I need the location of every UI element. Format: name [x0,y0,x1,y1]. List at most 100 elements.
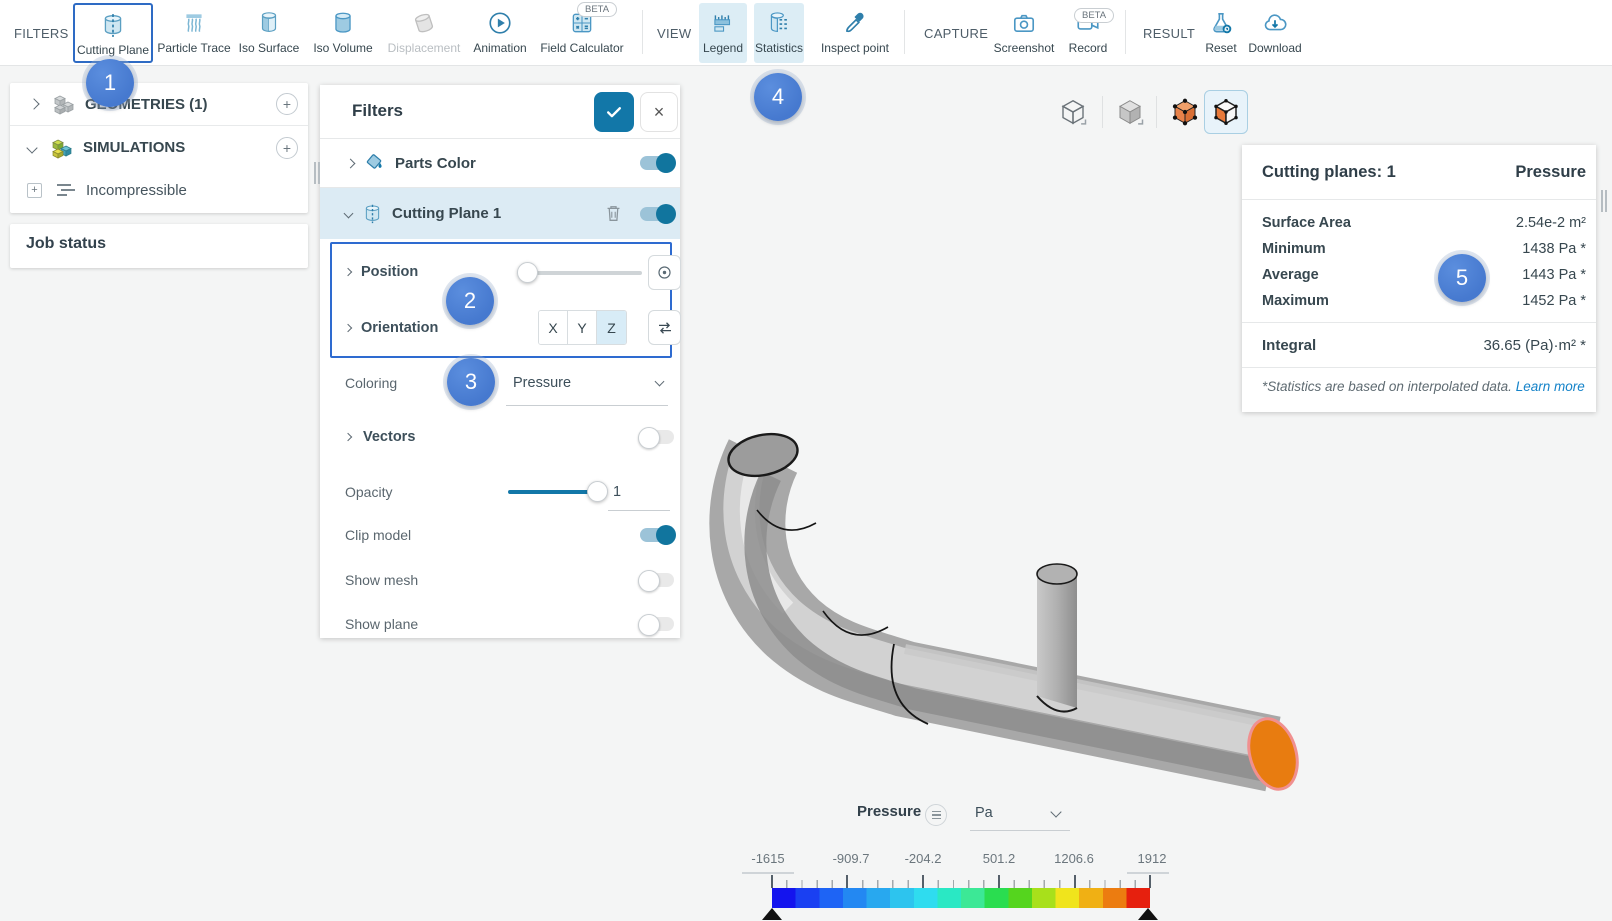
table-row: Surface Area 2.54e-2 m² [1262,210,1586,236]
pick-point-button[interactable] [648,255,681,290]
add-geometry-button[interactable]: + [276,93,298,115]
annotation-step-3: 3 [447,358,495,406]
toolbar-button-screenshot[interactable]: Screenshot [991,3,1057,63]
chevron-right-icon[interactable] [344,433,352,441]
statistics-footnote: *Statistics are based on interpolated da… [1242,368,1596,394]
expand-plus-icon[interactable]: + [27,183,42,198]
stat-value: 1452 Pa * [1522,293,1586,309]
opacity-slider-track[interactable] [508,490,598,494]
position-slider-thumb[interactable] [517,262,538,283]
chevron-down-icon[interactable] [26,142,37,153]
legend-max-input[interactable]: 1912 [1120,851,1184,866]
job-status-card[interactable]: Job status [10,224,308,268]
legend-colorbar[interactable] [772,888,1150,908]
legend-tick-marks [771,875,1151,888]
toolbar-button-label: Particle Trace [157,41,230,55]
chevron-down-icon[interactable] [655,377,665,387]
toolbar-button-label: Cutting Plane [77,43,149,57]
job-status-label: Job status [10,224,308,253]
displacement-icon [411,6,437,40]
axis-x-button[interactable]: X [539,311,568,344]
legend-tick-label: -909.7 [819,851,883,866]
incompressible-icon [55,181,77,199]
filter-row-coloring: Coloring Pressure [320,358,680,408]
chevron-right-icon[interactable] [28,98,39,109]
render-mode-surfaces-button[interactable] [1108,90,1152,134]
render-mode-wireframe-button[interactable] [1051,90,1095,134]
legend-menu-button[interactable] [925,804,947,826]
filters-panel-drag-handle[interactable] [313,162,321,184]
parts-color-toggle[interactable] [640,156,674,170]
target-icon [656,264,673,281]
opacity-value-input[interactable]: 1 [613,484,621,500]
play-circle-icon [487,6,513,40]
chevron-right-icon[interactable] [344,324,352,332]
legend-min-input[interactable]: -1615 [736,851,800,866]
vectors-toggle[interactable] [640,430,674,444]
legend-unit-select[interactable]: Pa [975,805,993,821]
apply-button[interactable] [594,92,634,132]
viewcube-separator [1156,96,1157,128]
table-row: Minimum 1438 Pa * [1262,236,1586,262]
footnote-text: *Statistics are based on interpolated da… [1262,379,1512,394]
toolbar-button-particle-trace[interactable]: Particle Trace [156,3,232,63]
toolbar-button-animation[interactable]: Animation [469,3,531,63]
statistics-title: Cutting planes: 1 [1262,163,1396,182]
toolbar-button-label: Legend [703,41,743,55]
sidebar-item-simulations[interactable]: SIMULATIONS + [10,126,308,169]
toolbar-button-reset[interactable]: Reset [1196,3,1246,63]
sidebar-item-incompressible[interactable]: + Incompressible [10,169,308,211]
legend-max-underline [1127,872,1169,874]
toolbar-button-inspect-point[interactable]: Inspect point [816,3,894,63]
sidebar-item-geometries[interactable]: GEOMETRIES (1) + [10,83,308,126]
toolbar-button-statistics[interactable]: Statistics [754,3,804,63]
vectors-label: Vectors [363,429,415,445]
statistics-panel-drag-handle[interactable] [1600,190,1608,212]
legend-max-handle[interactable] [1138,908,1158,920]
show-mesh-toggle[interactable] [640,573,674,587]
axis-segmented-control: X Y Z [538,310,627,345]
toolbar-button-legend[interactable]: Legend [699,3,747,63]
axis-z-button[interactable]: Z [597,311,626,344]
legend-min-handle[interactable] [762,908,782,920]
toolbar-button-iso-surface[interactable]: Iso Surface [236,3,302,63]
wireframe-cube-icon [1058,97,1088,127]
legend-field-label: Pressure [857,803,921,820]
chevron-right-icon[interactable] [346,158,356,168]
integral-row: Integral 36.65 (Pa)·m² * [1242,323,1596,368]
filter-row-show-plane: Show plane [320,602,680,646]
clip-model-toggle[interactable] [640,528,674,542]
add-simulation-button[interactable]: + [276,137,298,159]
axis-y-button[interactable]: Y [568,311,597,344]
sidebar-item-label: SIMULATIONS [83,139,185,156]
unit-select-underline [970,830,1070,831]
annotation-highlight-box: Position Orientation X Y Z [330,242,672,358]
filter-row-cutting-plane-1[interactable]: Cutting Plane 1 [320,188,680,239]
toolbar-button-iso-volume[interactable]: Iso Volume [311,3,375,63]
toolbar-button-label: Field Calculator [540,41,623,55]
render-mode-isolated-face-button[interactable] [1204,90,1248,134]
filter-row-label: Parts Color [395,155,476,172]
show-plane-toggle[interactable] [640,617,674,631]
statistics-field: Pressure [1515,163,1586,182]
table-row: Maximum 1452 Pa * [1262,288,1586,314]
filter-row-orientation: Orientation X Y Z [332,300,670,356]
render-mode-surfaces-edges-button[interactable] [1163,90,1207,134]
toolbar-button-download[interactable]: Download [1244,3,1306,63]
chevron-down-icon[interactable] [344,209,354,219]
coloring-select[interactable]: Pressure [513,375,571,391]
delete-filter-button[interactable] [605,204,622,223]
filter-row-parts-color[interactable]: Parts Color [320,139,680,188]
cutting-plane-toggle[interactable] [640,207,674,221]
integral-label: Integral [1262,337,1316,354]
flip-orientation-button[interactable] [648,310,681,345]
cancel-button[interactable]: × [640,92,678,132]
coloring-label: Coloring [345,375,397,391]
learn-more-link[interactable]: Learn more [1516,379,1585,394]
toolbar-button-cutting-plane[interactable]: Cutting Plane [73,3,153,63]
opacity-slider-thumb[interactable] [587,481,608,502]
toolbar-button-label: Inspect point [821,41,889,55]
chevron-right-icon[interactable] [344,268,352,276]
annotation-step-4: 4 [754,73,802,121]
toolbar-button-label: Reset [1205,41,1236,55]
